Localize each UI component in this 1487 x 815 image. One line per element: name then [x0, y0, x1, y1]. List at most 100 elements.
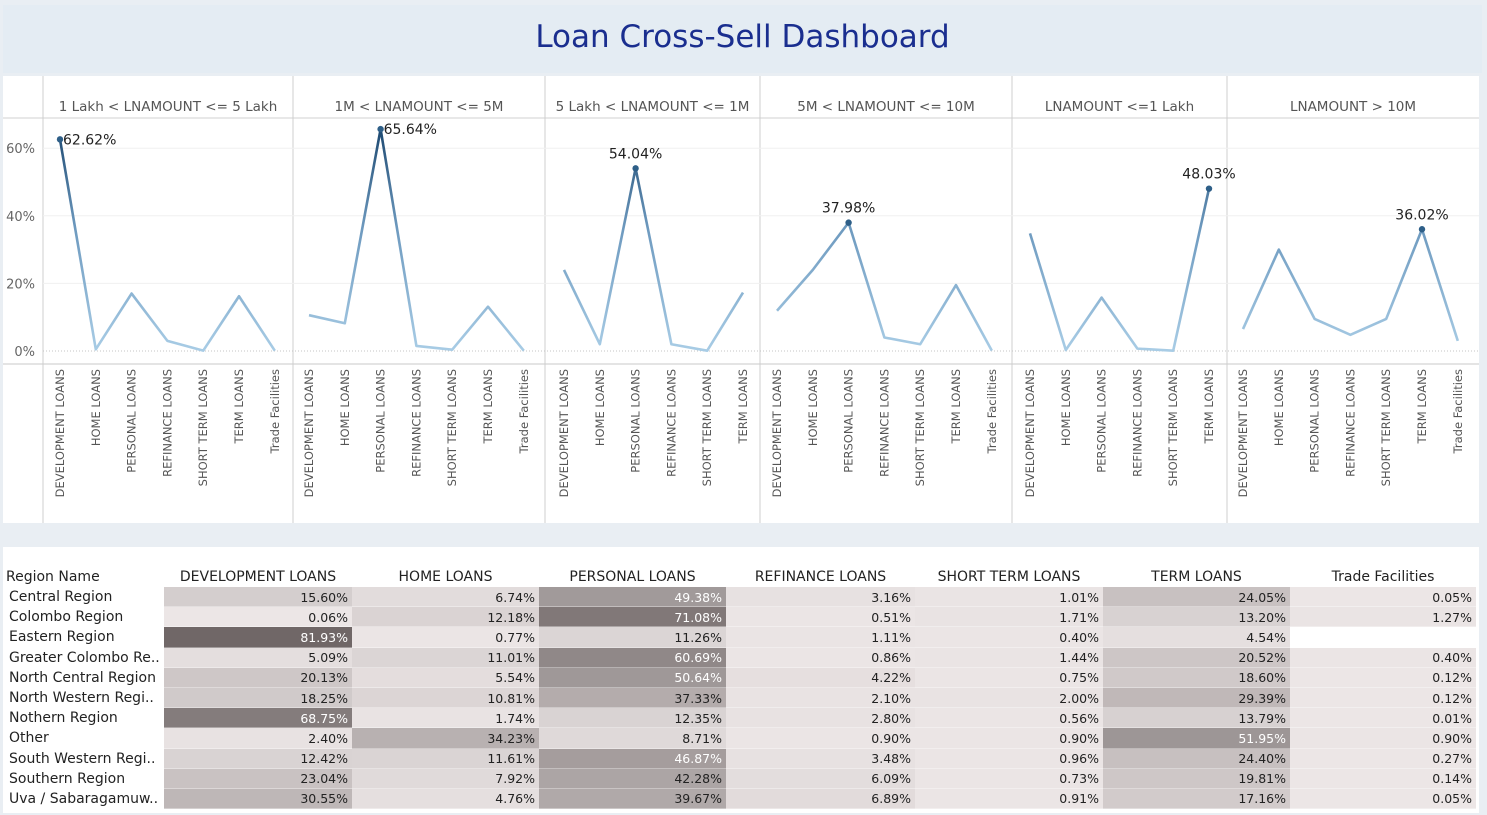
value-cell: 2.10%: [726, 687, 915, 709]
peak-data-label: 62.62%: [63, 132, 116, 148]
x-tick-label: SHORT TERM LOANS: [913, 369, 927, 486]
value-cell: 24.40%: [1103, 748, 1290, 769]
value-cell: 0.75%: [915, 667, 1103, 688]
value-cell: 0.14%: [1290, 768, 1476, 789]
table-row: Greater Colombo Re.. 5.09% 11.01% 60.69% 0.8…: [6, 647, 1476, 668]
value-cell: 81.93%: [164, 627, 352, 648]
value-cell: 5.09%: [164, 647, 352, 668]
value-cell: 42.28%: [539, 768, 726, 789]
table-row: Other 2.40% 34.23% 8.71% 0.90% 0.90% 51.95% 0.9…: [6, 728, 1476, 749]
x-tick-label: PERSONAL LOANS: [629, 369, 643, 473]
value-cell: 60.69%: [539, 647, 726, 668]
value-cell: 0.90%: [726, 728, 915, 749]
region-name: Greater Colombo Re..: [6, 647, 164, 668]
value-cell: 18.25%: [164, 687, 352, 709]
x-tick-label: PERSONAL LOANS: [125, 369, 139, 473]
row-header-label: Region Name: [6, 569, 100, 585]
column-header: SHORT TERM LOANS: [937, 569, 1081, 585]
value-cell: [1290, 627, 1476, 648]
table-row: North Central Region 20.13% 5.54% 50.64% 4.2…: [6, 667, 1476, 688]
value-cell: 6.74%: [352, 587, 539, 608]
x-tick-label: HOME LOANS: [89, 369, 103, 446]
region-name: North Western Regi..: [6, 687, 164, 709]
x-tick-label: DEVELOPMENT LOANS: [1023, 369, 1037, 497]
region-name: Eastern Region: [6, 627, 164, 648]
value-cell: 13.20%: [1103, 607, 1290, 628]
value-cell: 19.81%: [1103, 768, 1290, 789]
value-cell: 12.35%: [539, 708, 726, 729]
region-crosssell-table-panel: Region Name DEVELOPMENT LOANS HOME LOANS PE…: [3, 547, 1479, 813]
x-tick-label: Trade Facilities: [985, 369, 999, 454]
y-tick-label: 20%: [6, 277, 35, 292]
x-tick-label: PERSONAL LOANS: [1095, 369, 1109, 473]
value-cell: 0.05%: [1290, 587, 1476, 608]
value-cell: 11.61%: [352, 748, 539, 769]
peak-data-label: 65.64%: [384, 122, 437, 138]
value-cell: 12.18%: [352, 607, 539, 628]
table-row: Colombo Region 0.06% 12.18% 71.08% 0.51% 1.71…: [6, 607, 1476, 628]
value-cell: 0.01%: [1290, 708, 1476, 729]
facet-header: 1 Lakh < LNAMOUNT <= 5 Lakh: [59, 99, 278, 115]
value-cell: 71.08%: [539, 607, 726, 628]
x-tick-label: HOME LOANS: [806, 369, 820, 446]
x-tick-label: TERM LOANS: [949, 369, 963, 444]
chart-facet-5: LNAMOUNT <=1 Lakh 48.03% DEVELOPMENT LOANS…: [1023, 99, 1236, 497]
region-name: Colombo Region: [6, 607, 164, 628]
x-tick-label: TERM LOANS: [232, 369, 246, 444]
value-cell: 0.51%: [726, 607, 915, 628]
value-cell: 1.27%: [1290, 607, 1476, 628]
x-tick-label: TERM LOANS: [1202, 369, 1216, 444]
x-tick-label: Trade Facilities: [268, 369, 282, 454]
value-cell: 3.16%: [726, 587, 915, 608]
value-cell: 0.96%: [915, 748, 1103, 769]
value-cell: 29.39%: [1103, 687, 1290, 709]
column-header: TERM LOANS: [1151, 569, 1242, 585]
x-tick-label: DEVELOPMENT LOANS: [302, 369, 316, 497]
dashboard-title: Loan Cross-Sell Dashboard: [535, 19, 950, 55]
value-cell: 10.81%: [352, 687, 539, 709]
column-header: PERSONAL LOANS: [569, 569, 696, 585]
chart-facet-4: 5M < LNAMOUNT <= 10M 37.98% DEVELOPMENT LO…: [770, 99, 999, 497]
dashboard-header: Loan Cross-Sell Dashboard: [3, 5, 1482, 73]
data-point: [845, 219, 852, 226]
table-row: Southern Region 23.04% 7.92% 42.28% 6.09% 0.7…: [6, 768, 1476, 789]
value-cell: 49.38%: [539, 587, 726, 608]
value-cell: 7.92%: [352, 768, 539, 789]
table-row: Eastern Region 81.93% 0.77% 11.26% 1.11% 0.40…: [6, 627, 1476, 648]
peak-data-label: 37.98%: [822, 201, 875, 217]
value-cell: 1.11%: [726, 627, 915, 648]
x-tick-label: TERM LOANS: [1415, 369, 1429, 444]
value-cell: 1.01%: [915, 587, 1103, 608]
value-cell: 11.01%: [352, 647, 539, 668]
facet-header: LNAMOUNT > 10M: [1290, 99, 1416, 115]
chart-facet-2: 1M < LNAMOUNT <= 5M 65.64% DEVELOPMENT LOA…: [302, 99, 531, 497]
table-row: Nothern Region 68.75% 1.74% 12.35% 2.80% 0.56…: [6, 708, 1476, 729]
value-cell: 0.27%: [1290, 748, 1476, 769]
x-tick-label: TERM LOANS: [736, 369, 750, 444]
x-tick-label: SHORT TERM LOANS: [445, 369, 459, 486]
region-name: Other: [6, 728, 164, 749]
column-header: Trade Facilities: [1331, 569, 1435, 585]
value-cell: 8.71%: [539, 728, 726, 749]
value-cell: 0.90%: [1290, 728, 1476, 749]
x-tick-label: REFINANCE LOANS: [1343, 369, 1357, 477]
y-tick-label: 0%: [14, 345, 35, 360]
cross-sell-line-chart-panel: 60% 40% 20% 0% 1 Lakh < LNAMOUNT <= 5 Lakh 6…: [3, 76, 1479, 523]
data-point: [1205, 185, 1213, 192]
value-cell: 37.33%: [539, 687, 726, 709]
region-name: Uva / Sabaragamuw..: [6, 788, 164, 810]
facet-header: 5 Lakh < LNAMOUNT <= 1M: [556, 99, 750, 115]
peak-data-label: 54.04%: [609, 146, 662, 162]
value-cell: 5.54%: [352, 667, 539, 688]
series-line: [1241, 227, 1460, 342]
value-cell: 0.91%: [915, 788, 1103, 810]
peak-data-label: 48.03%: [1182, 167, 1235, 183]
value-cell: 13.79%: [1103, 708, 1290, 729]
x-tick-label: DEVELOPMENT LOANS: [770, 369, 784, 497]
value-cell: 24.05%: [1103, 587, 1290, 608]
value-cell: 4.54%: [1103, 627, 1290, 648]
column-header: REFINANCE LOANS: [754, 569, 887, 585]
x-tick-label: DEVELOPMENT LOANS: [1236, 369, 1250, 497]
value-cell: 4.76%: [352, 788, 539, 810]
region-name: Southern Region: [6, 768, 164, 789]
